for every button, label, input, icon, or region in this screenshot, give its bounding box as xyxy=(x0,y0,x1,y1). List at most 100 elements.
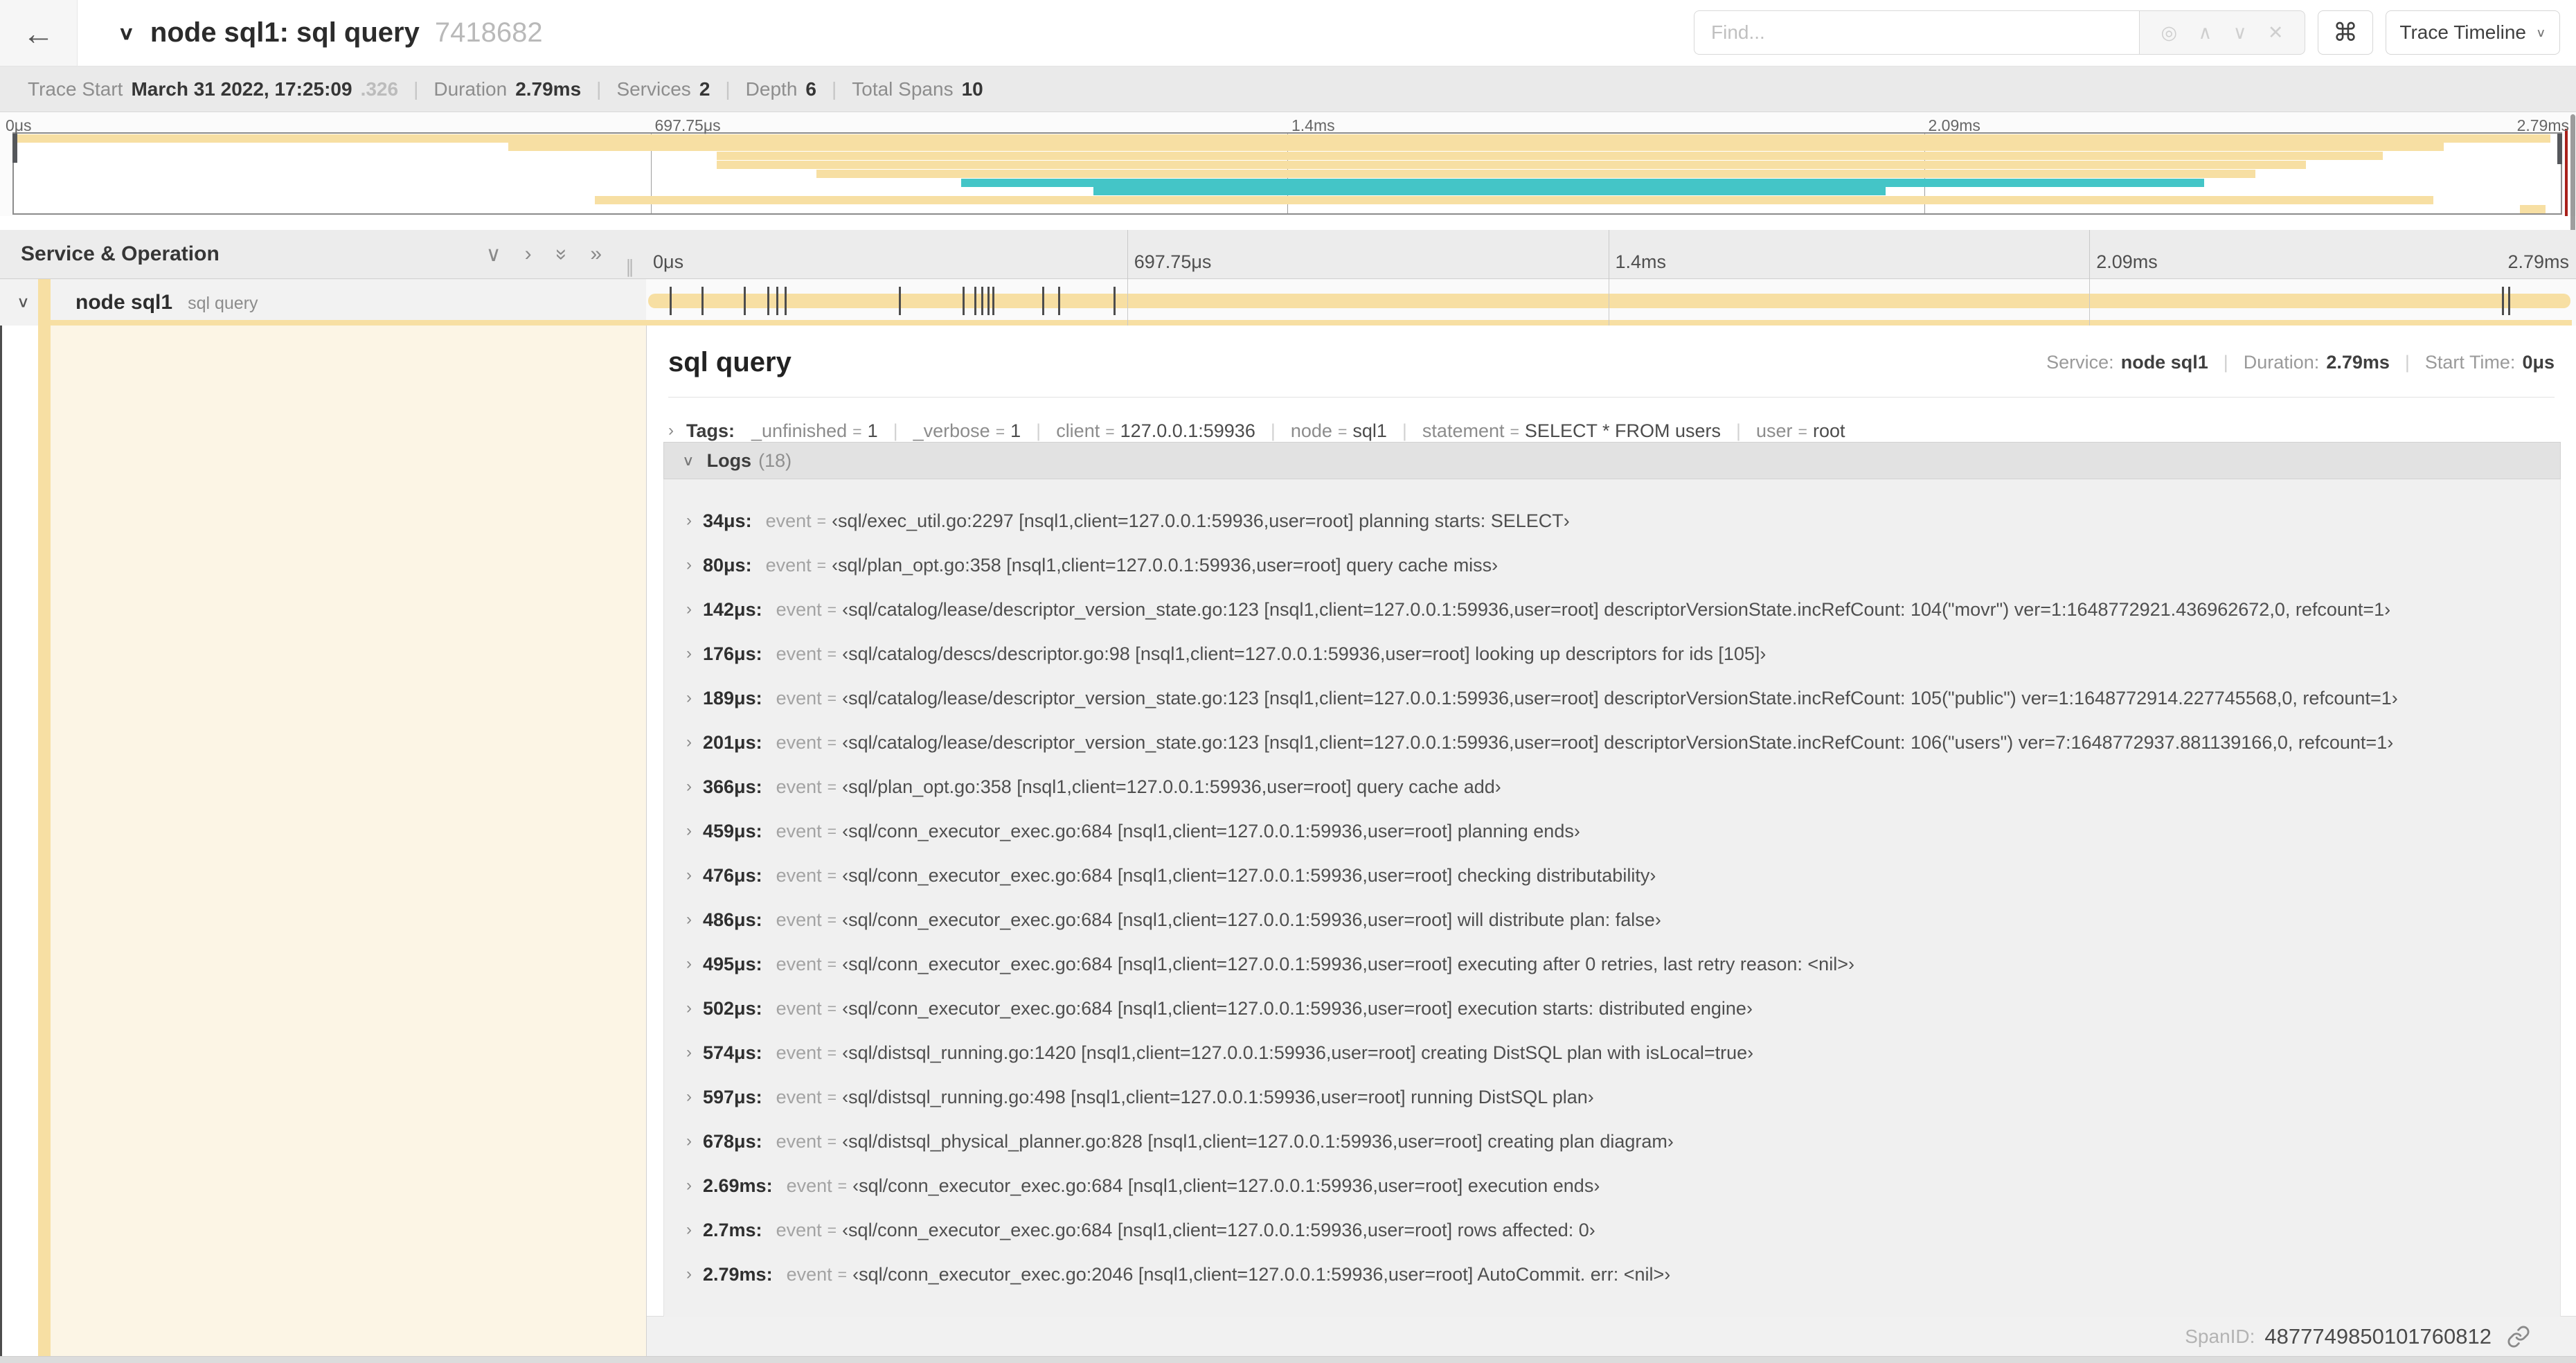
minimap-left-drag-handle[interactable] xyxy=(12,134,17,163)
log-field-value: ‹sql/plan_opt.go:358 [nsql1,client=127.0… xyxy=(842,776,1501,797)
log-marker-tick[interactable] xyxy=(669,287,672,315)
log-marker-tick[interactable] xyxy=(1057,287,1060,315)
prev-result-icon[interactable]: ∧ xyxy=(2198,22,2212,44)
tag-pair: client = 127.0.0.1:59936 xyxy=(1056,420,1255,442)
span-id-value: 4877749850101760812 xyxy=(2264,1324,2492,1348)
log-marker-tick[interactable] xyxy=(974,287,977,315)
detail-info-label: Duration: xyxy=(2243,351,2320,373)
log-chevron-icon: › xyxy=(686,954,692,973)
tag-pair: statement = SELECT * FROM users xyxy=(1422,420,1721,442)
log-field-value: ‹sql/plan_opt.go:358 [nsql1,client=127.0… xyxy=(832,554,1499,576)
span-duration-bar[interactable] xyxy=(648,294,2570,308)
ruler-tick-label: 1.4ms xyxy=(1615,251,1667,272)
log-timestamp: 142μs: xyxy=(703,598,762,620)
column-resizer-grip[interactable]: ∥ xyxy=(625,256,636,278)
log-marker-tick[interactable] xyxy=(963,287,965,315)
find-box xyxy=(1694,10,2139,55)
summary-item-value: 2 xyxy=(699,78,710,100)
deep-link-icon[interactable] xyxy=(2507,1325,2530,1348)
log-marker-tick[interactable] xyxy=(776,287,779,315)
clear-search-icon[interactable]: ✕ xyxy=(2268,22,2284,44)
log-field-key: event xyxy=(776,820,822,841)
log-row[interactable]: › 597μs: event = ‹sql/distsql_running.go:498… xyxy=(664,1075,2560,1119)
log-timestamp: 459μs: xyxy=(703,820,762,841)
find-input[interactable] xyxy=(1694,11,2139,54)
log-row[interactable]: › 486μs: event = ‹sql/conn_executor_exec.go:… xyxy=(664,898,2560,942)
log-row[interactable]: › 459μs: event = ‹sql/conn_executor_exec.go:… xyxy=(664,809,2560,853)
log-row[interactable]: › 2.7ms: event = ‹sql/conn_executor_exec.go:… xyxy=(664,1208,2560,1252)
log-row[interactable]: › 574μs: event = ‹sql/distsql_running.go:142… xyxy=(664,1031,2560,1075)
log-row[interactable]: › 2.79ms: event = ‹sql/conn_executor_exec.go… xyxy=(664,1252,2560,1297)
collapse-all-icon[interactable]: » xyxy=(548,249,573,260)
span-row-name-cell[interactable]: ∨ node sql1 sql query xyxy=(0,279,646,326)
log-marker-tick[interactable] xyxy=(744,287,746,315)
log-row[interactable]: › 495μs: event = ‹sql/conn_executor_exec.go:… xyxy=(664,942,2560,986)
back-button[interactable]: ← xyxy=(0,0,78,66)
log-field-value: ‹sql/conn_executor_exec.go:684 [nsql1,cl… xyxy=(842,909,1661,930)
timeline-minimap[interactable]: 0μs 697.75μs 1.4ms 2.09ms 2.79ms xyxy=(0,112,2576,216)
summary-item-value: 6 xyxy=(805,78,816,100)
log-marker-tick[interactable] xyxy=(701,287,704,315)
log-timestamp: 201μs: xyxy=(703,731,762,753)
log-marker-tick[interactable] xyxy=(1113,287,1116,315)
tag-equals: = xyxy=(1510,422,1519,440)
ruler-tick-label: 0μs xyxy=(653,251,684,272)
log-marker-tick[interactable] xyxy=(2508,287,2511,315)
expand-one-icon[interactable]: › xyxy=(525,242,532,267)
log-row[interactable]: › 142μs: event = ‹sql/catalog/lease/descript… xyxy=(664,587,2560,632)
tag-value: root xyxy=(1812,420,1845,441)
span-row-timeline-cell[interactable] xyxy=(646,279,2576,326)
log-row[interactable]: › 201μs: event = ‹sql/catalog/lease/descript… xyxy=(664,720,2560,765)
trace-id: 7418682 xyxy=(434,17,543,48)
log-marker-tick[interactable] xyxy=(992,287,995,315)
log-row[interactable]: › 476μs: event = ‹sql/conn_executor_exec.go:… xyxy=(664,853,2560,898)
span-service-name: node sql1 xyxy=(75,290,173,314)
back-arrow-icon: ← xyxy=(22,15,55,51)
trace-view-selector[interactable]: Trace Timeline ∨ xyxy=(2386,10,2560,55)
collapse-one-icon[interactable]: ∨ xyxy=(486,242,501,267)
tag-pair: _verbose = 1 xyxy=(913,420,1021,442)
next-row-peek xyxy=(0,1356,2576,1363)
trace-title: node sql1: sql query xyxy=(150,17,420,48)
minimap-canvas[interactable] xyxy=(12,132,2562,215)
log-field-key: event xyxy=(776,1086,822,1107)
tag-separator: | xyxy=(1036,420,1041,441)
log-row[interactable]: › 176μs: event = ‹sql/catalog/descs/descript… xyxy=(664,632,2560,676)
span-detail-header: sql query Service: node sql1 | Duration: 2.7… xyxy=(668,341,2555,384)
log-marker-tick[interactable] xyxy=(1041,287,1044,315)
log-marker-tick[interactable] xyxy=(981,287,984,315)
next-result-icon[interactable]: ∨ xyxy=(2233,22,2247,44)
span-collapse-chevron-icon[interactable]: ∨ xyxy=(17,293,30,311)
logs-accordion-header[interactable]: ∨ Logs (18) xyxy=(663,442,2561,479)
log-marker-tick[interactable] xyxy=(785,287,787,315)
log-marker-tick[interactable] xyxy=(2501,287,2504,315)
log-equals: = xyxy=(827,1043,837,1062)
keyboard-shortcuts-button[interactable]: ⌘ xyxy=(2318,10,2373,55)
ruler-tick-label: 2.09ms xyxy=(2096,251,2158,272)
minimap-right-drag-handle[interactable] xyxy=(2557,134,2562,164)
logs-chevron-icon: ∨ xyxy=(682,452,695,469)
tag-key: client xyxy=(1056,420,1100,441)
detail-info-label: Start Time: xyxy=(2424,351,2516,373)
log-field-key: event xyxy=(776,1042,822,1063)
log-marker-tick[interactable] xyxy=(898,287,901,315)
minimap-right-scrubber-line[interactable] xyxy=(2565,129,2568,216)
log-row[interactable]: › 189μs: event = ‹sql/catalog/lease/descript… xyxy=(664,676,2560,720)
log-row[interactable]: › 366μs: event = ‹sql/plan_opt.go:358 [nsql1… xyxy=(664,765,2560,809)
trace-collapse-chevron-icon[interactable]: ∨ xyxy=(118,22,135,44)
log-row[interactable]: › 34μs: event = ‹sql/exec_util.go:2297 [nsql… xyxy=(664,499,2560,543)
log-equals: = xyxy=(827,733,837,751)
log-row[interactable]: › 2.69ms: event = ‹sql/conn_executor_exec.go… xyxy=(664,1164,2560,1208)
log-row[interactable]: › 80μs: event = ‹sql/plan_opt.go:358 [nsql1,… xyxy=(664,543,2560,587)
ruler-tick-label: 697.75μs xyxy=(1134,251,1212,272)
log-marker-tick[interactable] xyxy=(987,287,990,315)
summary-item-label: Duration xyxy=(433,78,508,100)
log-equals: = xyxy=(827,644,837,663)
log-row[interactable]: › 502μs: event = ‹sql/conn_executor_exec.go:… xyxy=(664,986,2560,1031)
log-equals: = xyxy=(827,600,837,618)
match-target-icon[interactable]: ◎ xyxy=(2161,22,2177,44)
log-field-value: ‹sql/conn_executor_exec.go:684 [nsql1,cl… xyxy=(842,1219,1595,1240)
expand-all-icon[interactable]: » xyxy=(590,242,602,267)
log-marker-tick[interactable] xyxy=(767,287,770,315)
log-row[interactable]: › 678μs: event = ‹sql/distsql_physical_plann… xyxy=(664,1119,2560,1164)
